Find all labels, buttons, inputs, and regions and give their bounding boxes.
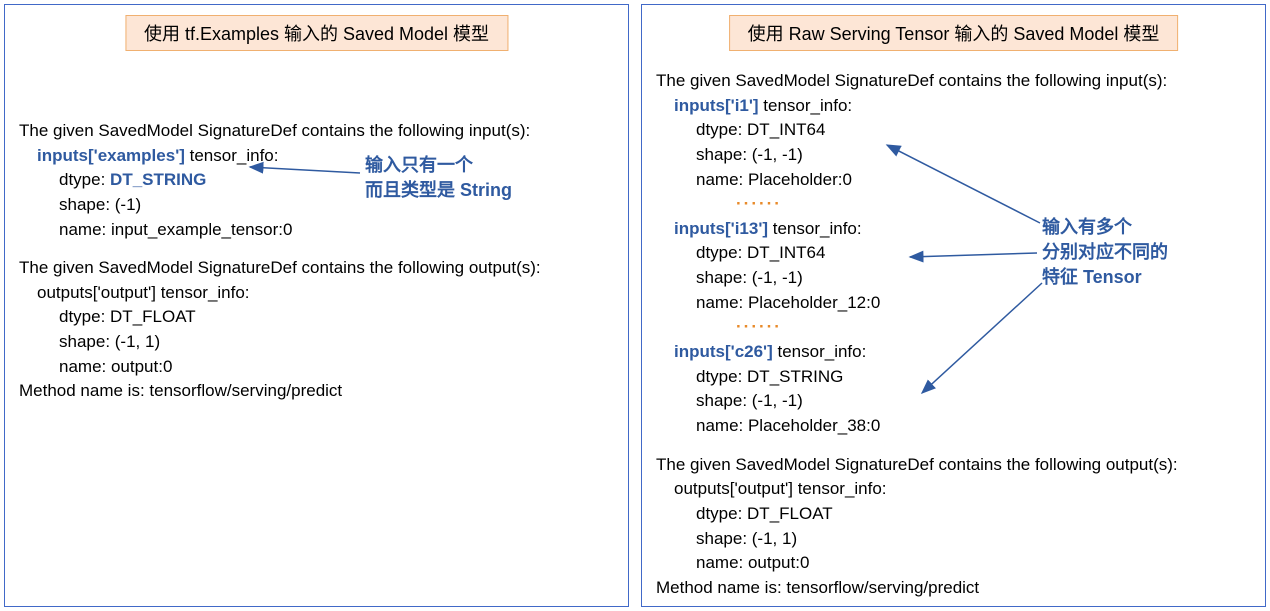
right-i1-line: inputs['i1'] tensor_info: <box>656 94 1251 119</box>
right-c26-line: inputs['c26'] tensor_info: <box>656 340 1251 365</box>
right-c26-shape: shape: (-1, -1) <box>656 389 1251 414</box>
right-i13-name: name: Placeholder_12:0 <box>656 291 1251 316</box>
left-inputs-header: The given SavedModel SignatureDef contai… <box>19 119 614 144</box>
right-title: 使用 Raw Serving Tensor 输入的 Saved Model 模型 <box>729 15 1179 51</box>
left-annotation-line2: 而且类型是 String <box>365 178 512 203</box>
left-out-name: name: output:0 <box>19 355 614 380</box>
right-annotation-line2: 分别对应不同的 <box>1042 240 1168 265</box>
left-out-shape: shape: (-1, 1) <box>19 330 614 355</box>
left-output-line: outputs['output'] tensor_info: <box>19 281 614 306</box>
left-content: The given SavedModel SignatureDef contai… <box>19 119 614 404</box>
left-annotation-line1: 输入只有一个 <box>365 153 512 178</box>
right-i1-shape: shape: (-1, -1) <box>656 143 1251 168</box>
right-inputs-header: The given SavedModel SignatureDef contai… <box>656 69 1251 94</box>
right-out-name: name: output:0 <box>656 551 1251 576</box>
left-dtype: dtype: DT_STRING <box>19 168 614 193</box>
left-title: 使用 tf.Examples 输入的 Saved Model 模型 <box>125 15 508 51</box>
right-i1-key: inputs['i1'] <box>674 96 759 115</box>
left-annotation: 输入只有一个 而且类型是 String <box>365 153 512 203</box>
right-out-shape: shape: (-1, 1) <box>656 527 1251 552</box>
right-c26-dtype: dtype: DT_STRING <box>656 365 1251 390</box>
right-annotation: 输入有多个 分别对应不同的 特征 Tensor <box>1042 215 1168 291</box>
right-output-line: outputs['output'] tensor_info: <box>656 477 1251 502</box>
left-shape: shape: (-1) <box>19 193 614 218</box>
tensor-info-label: tensor_info: <box>759 96 853 115</box>
right-c26-name: name: Placeholder_38:0 <box>656 414 1251 439</box>
left-out-dtype: dtype: DT_FLOAT <box>19 305 614 330</box>
right-panel: 使用 Raw Serving Tensor 输入的 Saved Model 模型… <box>641 4 1266 607</box>
left-dtype-val: DT_STRING <box>110 170 206 189</box>
right-i1-dtype: dtype: DT_INT64 <box>656 118 1251 143</box>
dtype-label: dtype: <box>59 170 110 189</box>
right-c26-key: inputs['c26'] <box>674 342 773 361</box>
right-method: Method name is: tensorflow/serving/predi… <box>656 576 1251 601</box>
right-content: The given SavedModel SignatureDef contai… <box>656 69 1251 600</box>
right-annotation-line3: 特征 Tensor <box>1042 265 1168 290</box>
tensor-info-label: tensor_info: <box>768 219 862 238</box>
left-panel: 使用 tf.Examples 输入的 Saved Model 模型 The gi… <box>4 4 629 607</box>
right-annotation-line1: 输入有多个 <box>1042 215 1168 240</box>
left-outputs-header: The given SavedModel SignatureDef contai… <box>19 256 614 281</box>
left-name: name: input_example_tensor:0 <box>19 218 614 243</box>
right-outputs-header: The given SavedModel SignatureDef contai… <box>656 453 1251 478</box>
left-method: Method name is: tensorflow/serving/predi… <box>19 379 614 404</box>
left-input-line: inputs['examples'] tensor_info: <box>19 144 614 169</box>
right-i13-key: inputs['i13'] <box>674 219 768 238</box>
left-input-key: inputs['examples'] <box>37 146 185 165</box>
tensor-info-label: tensor_info: <box>773 342 867 361</box>
dots-2: ······ <box>656 315 1251 340</box>
tensor-info-label: tensor_info: <box>185 146 279 165</box>
dots-1: ······ <box>656 192 1251 217</box>
right-out-dtype: dtype: DT_FLOAT <box>656 502 1251 527</box>
right-i1-name: name: Placeholder:0 <box>656 168 1251 193</box>
